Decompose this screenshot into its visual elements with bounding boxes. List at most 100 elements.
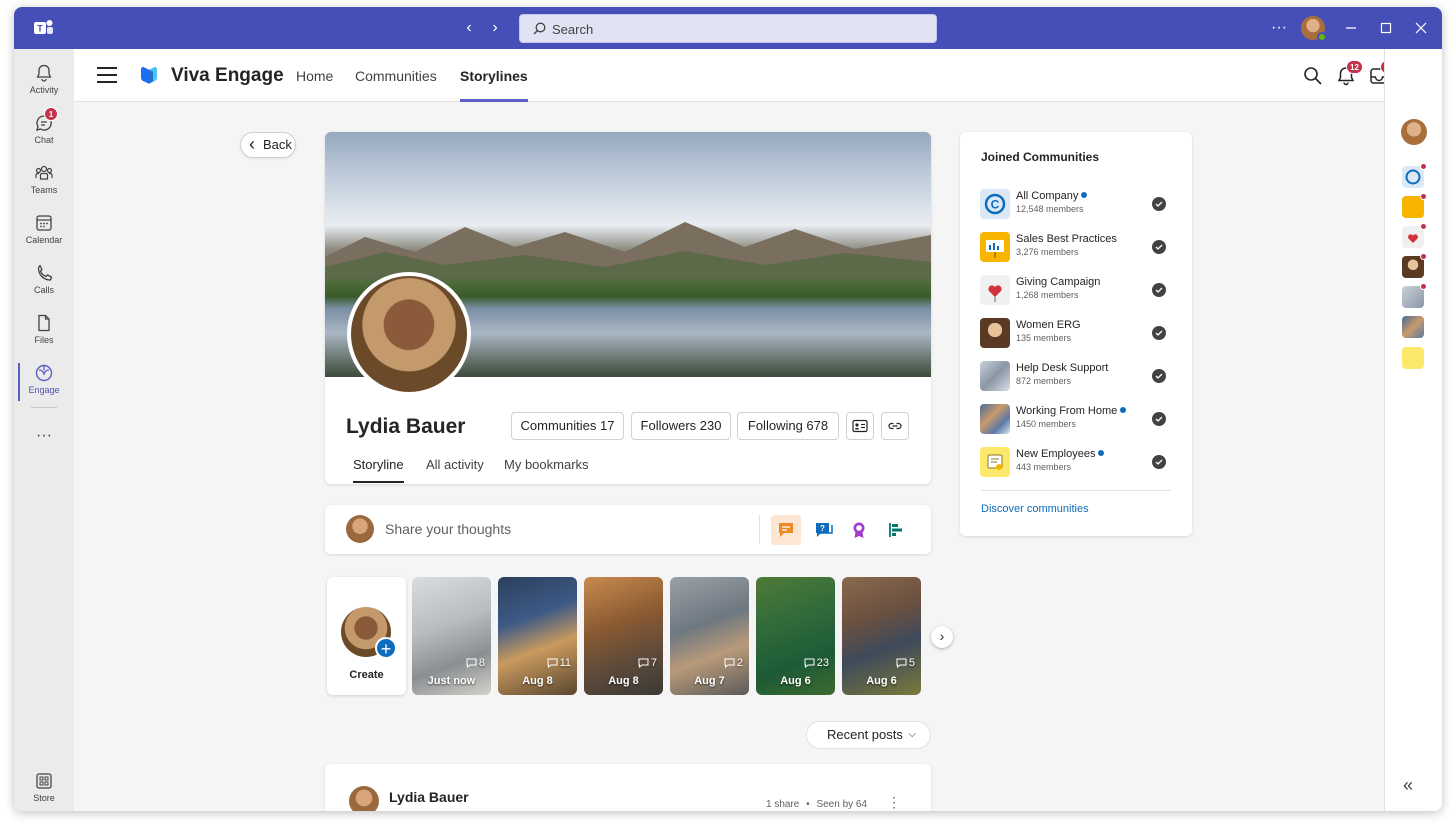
community-logo: [980, 318, 1010, 348]
story-date: Aug 8: [608, 675, 639, 687]
sort-dropdown[interactable]: Recent posts ⌵: [806, 721, 931, 749]
post-shares[interactable]: 1 share: [766, 799, 799, 810]
composer-divider: [759, 515, 760, 544]
following-count-button[interactable]: Following 678: [737, 412, 839, 440]
stories-next-icon[interactable]: ›: [931, 626, 953, 648]
unread-dot: [1420, 283, 1427, 290]
praise-button[interactable]: [844, 515, 874, 545]
search-input[interactable]: Search: [519, 14, 937, 43]
forward-arrow-icon[interactable]: ›: [485, 18, 505, 38]
communities-divider: [981, 490, 1171, 491]
right-bar-community-sales[interactable]: [1402, 193, 1427, 218]
community-members: 443 members: [1016, 462, 1072, 472]
poll-button[interactable]: [881, 515, 911, 545]
joined-check-icon[interactable]: [1152, 240, 1166, 254]
profile-avatar[interactable]: [347, 272, 471, 396]
story-card[interactable]: 5 Aug 6: [842, 577, 921, 695]
tab-home[interactable]: Home: [296, 68, 333, 84]
rail-item-chat[interactable]: Chat 1: [14, 107, 74, 157]
rail-label-store: Store: [33, 793, 55, 803]
discussion-button[interactable]: [771, 515, 801, 545]
back-arrow-icon[interactable]: ‹: [459, 18, 479, 38]
minimize-icon[interactable]: [1340, 17, 1362, 39]
joined-check-icon[interactable]: [1152, 283, 1166, 297]
create-story-button[interactable]: + Create: [327, 577, 406, 695]
community-item[interactable]: Working From Home 1450 members: [980, 402, 1170, 436]
rail-item-engage[interactable]: Engage: [14, 357, 74, 407]
hamburger-menu-icon[interactable]: [97, 67, 117, 83]
joined-check-icon[interactable]: [1152, 412, 1166, 426]
story-card[interactable]: 2 Aug 7: [670, 577, 749, 695]
user-avatar[interactable]: [1301, 16, 1327, 42]
profile-tab-storyline[interactable]: Storyline: [353, 457, 404, 483]
rail-more-apps[interactable]: ···: [14, 421, 74, 451]
contact-card-button[interactable]: [846, 412, 874, 440]
story-date: Aug 6: [780, 675, 811, 687]
story-card[interactable]: 23 Aug 6: [756, 577, 835, 695]
composer-card: Share your thoughts ?: [325, 505, 931, 554]
community-name: New Employees: [1016, 448, 1105, 460]
joined-check-icon[interactable]: [1152, 369, 1166, 383]
rail-divider: [31, 407, 57, 408]
right-bar-community-help-desk[interactable]: [1402, 283, 1427, 308]
teams-icon: [35, 165, 53, 180]
back-button[interactable]: Back: [240, 132, 296, 158]
post-card: Lydia Bauer 1 share • Seen by 64 ⋮: [325, 764, 931, 811]
story-card[interactable]: 11 Aug 8: [498, 577, 577, 695]
community-logo: [980, 404, 1010, 434]
link-icon: [888, 422, 902, 430]
joined-check-icon[interactable]: [1152, 455, 1166, 469]
community-item[interactable]: Women ERG 135 members: [980, 316, 1170, 350]
rail-item-calls[interactable]: Calls: [14, 257, 74, 307]
discover-communities-link[interactable]: Discover communities: [981, 503, 1089, 515]
community-item[interactable]: Sales Best Practices 3,276 members: [980, 230, 1170, 264]
profile-name: Lydia Bauer: [346, 415, 466, 438]
community-name: Sales Best Practices: [1016, 233, 1117, 245]
story-card[interactable]: 8 Just now: [412, 577, 491, 695]
composer-input[interactable]: Share your thoughts: [385, 521, 511, 537]
question-button[interactable]: ?: [809, 515, 839, 545]
right-bar-community-women-erg[interactable]: [1402, 253, 1427, 278]
poll-icon: [889, 523, 902, 537]
collapse-panel-icon[interactable]: «: [1403, 775, 1413, 796]
community-members: 3,276 members: [1016, 247, 1079, 257]
profile-tab-all-activity[interactable]: All activity: [426, 457, 484, 472]
rail-item-store[interactable]: Store: [14, 765, 74, 811]
post-author[interactable]: Lydia Bauer: [389, 789, 469, 805]
tab-storylines[interactable]: Storylines: [460, 68, 528, 102]
communities-count-button[interactable]: Communities 17: [511, 412, 624, 440]
right-bar-community-all-company[interactable]: [1402, 163, 1427, 188]
notifications-bell-icon[interactable]: 12: [1334, 60, 1363, 88]
community-item[interactable]: Help Desk Support 872 members: [980, 359, 1170, 393]
followers-count-button[interactable]: Followers 230: [631, 412, 731, 440]
joined-check-icon[interactable]: [1152, 197, 1166, 211]
rail-item-files[interactable]: Files: [14, 307, 74, 357]
profile-tab-my-bookmarks[interactable]: My bookmarks: [504, 457, 589, 472]
rail-label-calls: Calls: [33, 285, 54, 295]
rail-item-calendar[interactable]: Calendar: [14, 207, 74, 257]
community-item[interactable]: New Employees 443 members: [980, 445, 1170, 479]
community-item[interactable]: Giving Campaign 1,268 members: [980, 273, 1170, 307]
community-logo: [980, 232, 1010, 262]
post-more-icon[interactable]: ⋮: [887, 794, 901, 811]
post-author-avatar[interactable]: [349, 786, 379, 811]
more-options-icon[interactable]: ···: [1268, 17, 1290, 39]
post-seen-by[interactable]: Seen by 64: [816, 799, 867, 810]
community-item[interactable]: C All Company 12,548 members: [980, 187, 1170, 221]
maximize-icon[interactable]: [1375, 17, 1397, 39]
create-story-label: Create: [349, 669, 384, 681]
close-icon[interactable]: [1410, 17, 1432, 39]
header-search-icon[interactable]: [1301, 64, 1325, 88]
story-comment-count: 11: [547, 657, 571, 669]
right-bar-avatar[interactable]: [1401, 119, 1427, 145]
rail-item-activity[interactable]: Activity: [14, 57, 74, 107]
story-card[interactable]: 7 Aug 8: [584, 577, 663, 695]
verified-icon: [1098, 450, 1105, 456]
tab-communities[interactable]: Communities: [355, 68, 437, 84]
copy-link-button[interactable]: [881, 412, 909, 440]
rail-item-teams[interactable]: Teams: [14, 157, 74, 207]
joined-check-icon[interactable]: [1152, 326, 1166, 340]
right-bar-community-new-employees[interactable]: [1402, 347, 1424, 369]
right-bar-community-wfh[interactable]: [1402, 316, 1424, 338]
right-bar-community-giving[interactable]: [1402, 223, 1427, 248]
